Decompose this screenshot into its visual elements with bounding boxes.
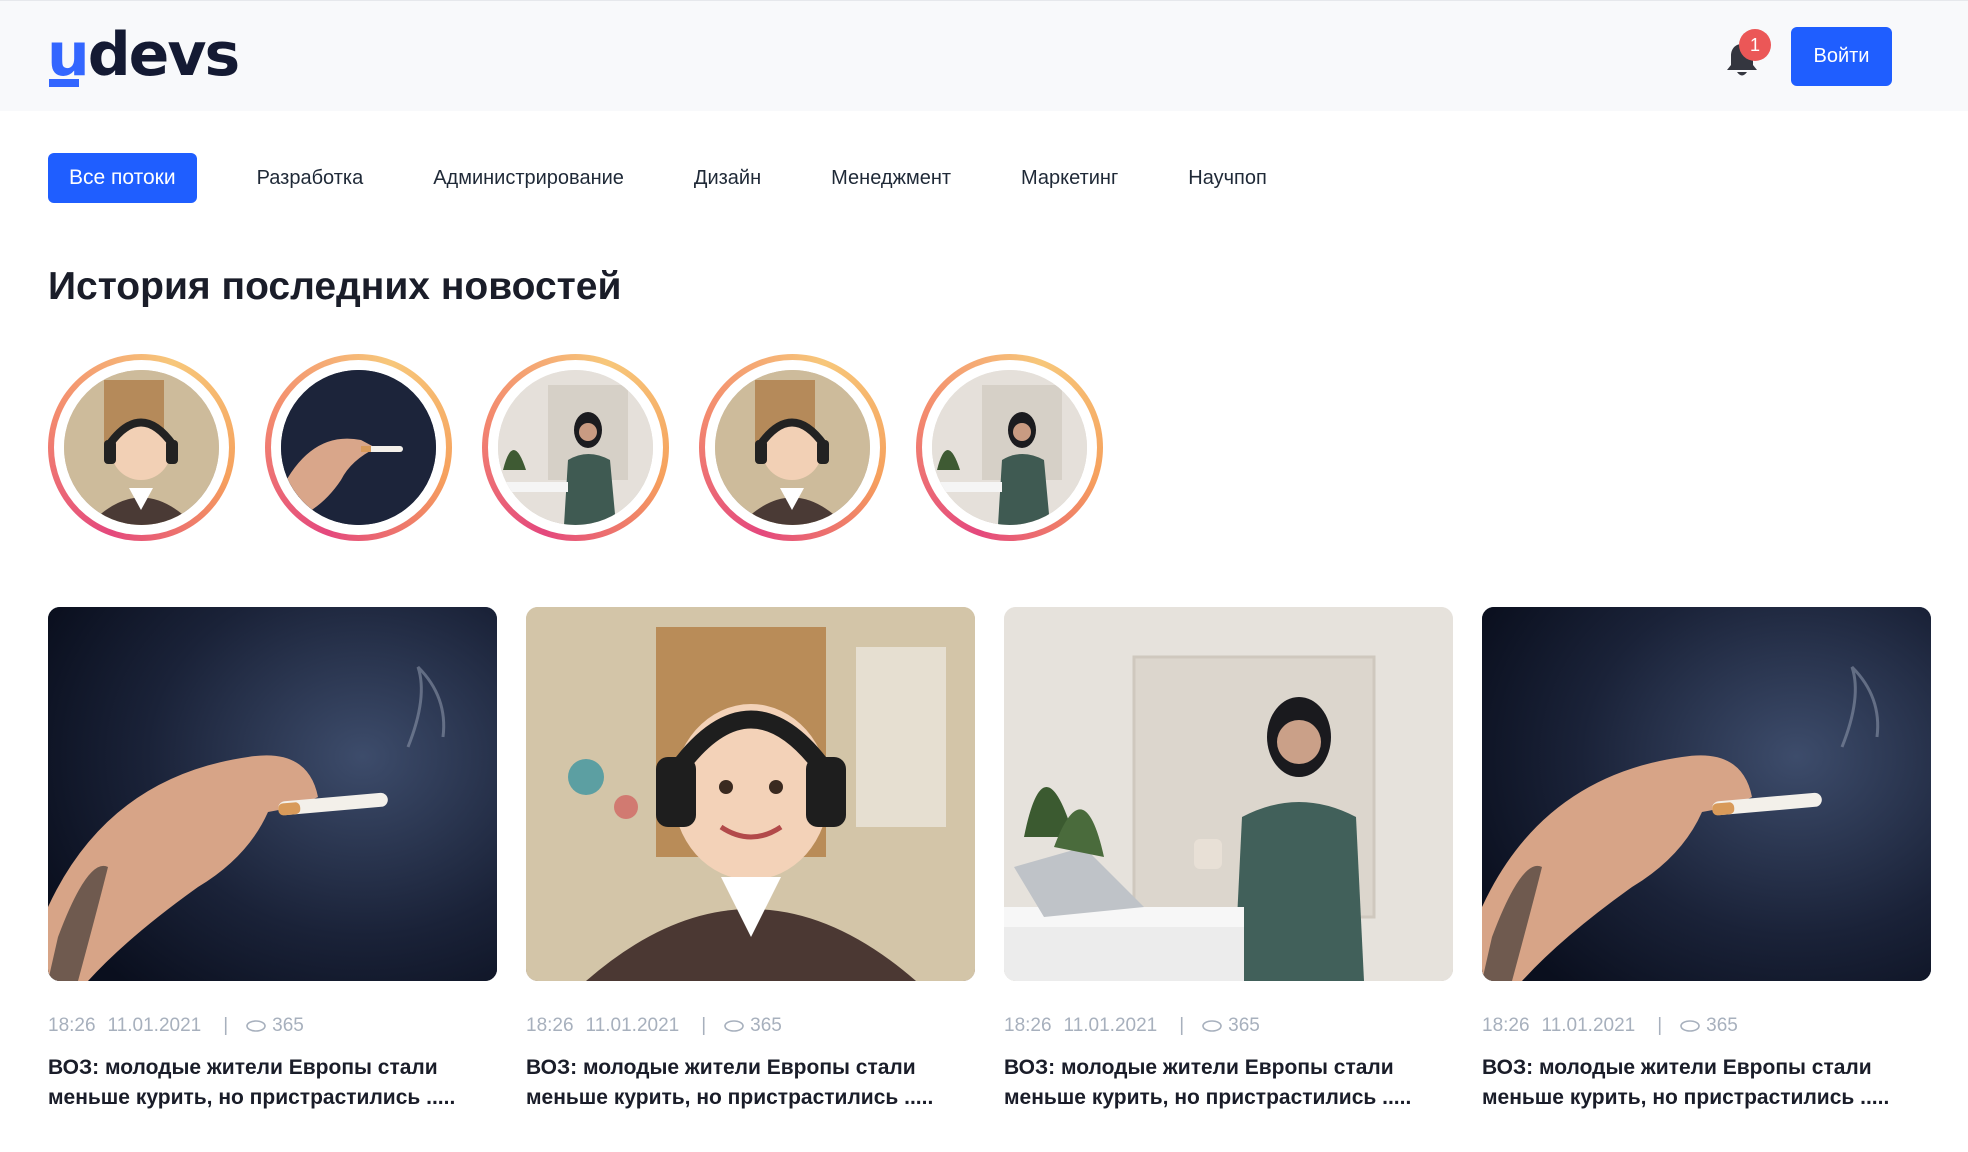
logo-underline <box>49 79 79 87</box>
story-image-woman-hijab <box>932 370 1087 525</box>
login-button[interactable]: Войти <box>1791 27 1892 86</box>
card-time: 18:26 <box>526 1015 574 1036</box>
story-ring <box>48 354 235 541</box>
stories-title: История последних новостей <box>48 265 622 308</box>
card-meta: 18:26 11.01.2021 | 365 <box>1004 1014 1453 1038</box>
news-card[interactable]: 18:26 11.01.2021 | 365 ВОЗ: молодые жите… <box>48 607 497 1113</box>
card-title[interactable]: ВОЗ: молодые жители Европы стали меньше … <box>526 1053 956 1113</box>
card-date: 11.01.2021 <box>585 1015 680 1036</box>
card-views: 365 <box>750 1015 782 1036</box>
header: udevs 1 Войти <box>0 0 1968 111</box>
card-image-hand-cigarette[interactable] <box>48 607 497 981</box>
story-image-girl-headphones <box>715 370 870 525</box>
notification-badge: 1 <box>1739 29 1771 61</box>
story-ring <box>916 354 1103 541</box>
eye-icon <box>1680 1020 1700 1032</box>
card-views: 365 <box>272 1015 304 1036</box>
story-image-hand-cigarette <box>281 370 436 525</box>
news-card[interactable]: 18:26 11.01.2021 | 365 ВОЗ: молодые жите… <box>526 607 975 1113</box>
meta-separator: | <box>1657 1015 1663 1036</box>
card-image-girl-headphones[interactable] <box>526 607 975 981</box>
card-title[interactable]: ВОЗ: молодые жители Европы стали меньше … <box>1004 1053 1434 1113</box>
card-views: 365 <box>1706 1015 1738 1036</box>
card-time: 18:26 <box>1482 1015 1530 1036</box>
story-ring <box>482 354 669 541</box>
stories-row <box>48 354 1133 541</box>
news-card[interactable]: 18:26 11.01.2021 | 365 ВОЗ: молодые жите… <box>1004 607 1453 1113</box>
tab-popular-science[interactable]: Научпоп <box>1153 153 1302 203</box>
card-title[interactable]: ВОЗ: молодые жители Европы стали меньше … <box>48 1053 478 1113</box>
story-item[interactable] <box>48 354 235 541</box>
card-meta: 18:26 11.01.2021 | 365 <box>48 1014 497 1038</box>
tab-design[interactable]: Дизайн <box>659 153 796 203</box>
card-meta: 18:26 11.01.2021 | 365 <box>526 1014 975 1038</box>
tab-marketing[interactable]: Маркетинг <box>986 153 1153 203</box>
logo-rest: devs <box>87 20 240 90</box>
story-ring <box>265 354 452 541</box>
card-meta: 18:26 11.01.2021 | 365 <box>1482 1014 1931 1038</box>
card-time: 18:26 <box>48 1015 96 1036</box>
card-image-woman-hijab[interactable] <box>1004 607 1453 981</box>
news-card[interactable]: 18:26 11.01.2021 | 365 ВОЗ: молодые жите… <box>1482 607 1931 1113</box>
news-cards: 18:26 11.01.2021 | 365 ВОЗ: молодые жите… <box>48 607 1931 1113</box>
story-item[interactable] <box>699 354 886 541</box>
card-date: 11.01.2021 <box>1541 1015 1636 1036</box>
meta-separator: | <box>701 1015 707 1036</box>
card-views: 365 <box>1228 1015 1260 1036</box>
card-date: 11.01.2021 <box>107 1015 202 1036</box>
card-title[interactable]: ВОЗ: молодые жители Европы стали меньше … <box>1482 1053 1912 1113</box>
category-tabs: Все потоки Разработка Администрирование … <box>48 153 1302 203</box>
story-item[interactable] <box>916 354 1103 541</box>
story-image-girl-headphones <box>64 370 219 525</box>
tab-development[interactable]: Разработка <box>222 153 399 203</box>
meta-separator: | <box>223 1015 229 1036</box>
card-time: 18:26 <box>1004 1015 1052 1036</box>
udevs-logo[interactable]: udevs <box>47 25 240 87</box>
meta-separator: | <box>1179 1015 1185 1036</box>
card-date: 11.01.2021 <box>1063 1015 1158 1036</box>
story-item[interactable] <box>265 354 452 541</box>
eye-icon <box>246 1020 266 1032</box>
tab-all-streams[interactable]: Все потоки <box>48 153 197 203</box>
story-image-woman-hijab <box>498 370 653 525</box>
tab-management[interactable]: Менеджмент <box>796 153 986 203</box>
story-item[interactable] <box>482 354 669 541</box>
eye-icon <box>1202 1020 1222 1032</box>
eye-icon <box>724 1020 744 1032</box>
tab-administration[interactable]: Администрирование <box>398 153 659 203</box>
story-ring <box>699 354 886 541</box>
card-image-hand-cigarette[interactable] <box>1482 607 1931 981</box>
